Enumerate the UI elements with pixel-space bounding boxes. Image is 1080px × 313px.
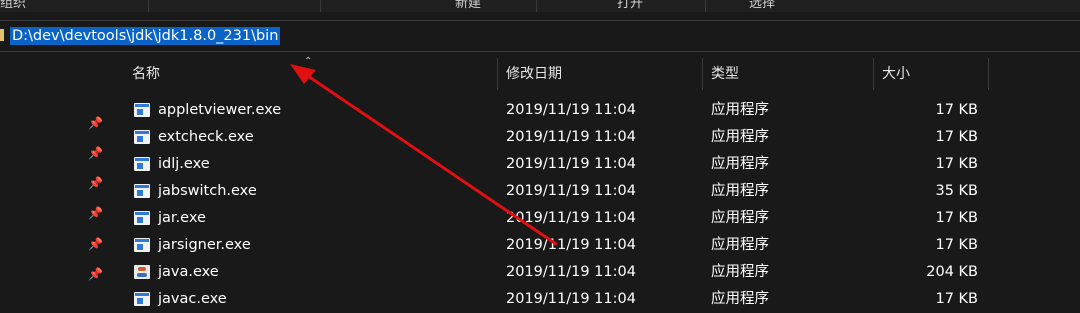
column-divider[interactable] — [497, 58, 498, 90]
sort-ascending-icon: ⌃ — [304, 56, 313, 67]
file-type: 应用程序 — [711, 156, 769, 172]
exe-icon — [134, 103, 150, 117]
exe-icon — [134, 130, 150, 144]
exe-icon — [134, 157, 150, 171]
pin-icon[interactable]: 📌 — [88, 267, 103, 281]
file-list: 名称 ⌃ 修改日期 类型 大小 appletviewer.exe 2019/11… — [108, 56, 1080, 307]
ribbon-divider — [705, 0, 706, 12]
file-size: 17 KB — [935, 156, 978, 172]
navigation-pane: 📌 📌 📌 📌 📌 📌 — [0, 56, 108, 304]
pin-icon[interactable]: 📌 — [88, 176, 103, 190]
file-row[interactable]: jarsigner.exe 2019/11/19 11:04 应用程序 17 K… — [108, 232, 1080, 259]
file-date: 2019/11/19 11:04 — [506, 102, 636, 118]
file-row[interactable]: idlj.exe 2019/11/19 11:04 应用程序 17 KB — [108, 151, 1080, 178]
file-name: javac.exe — [158, 291, 227, 307]
folder-icon — [0, 29, 4, 41]
file-name: jabswitch.exe — [158, 183, 257, 199]
ribbon: 组织 组织 新建 打开 选择 — [0, 0, 1080, 12]
file-type: 应用程序 — [711, 264, 769, 280]
pin-icon[interactable]: 📌 — [88, 116, 103, 130]
file-size: 17 KB — [935, 291, 978, 307]
file-type: 应用程序 — [711, 102, 769, 118]
column-divider[interactable] — [702, 58, 703, 90]
file-size: 17 KB — [935, 129, 978, 145]
pin-icon[interactable]: 📌 — [88, 146, 103, 160]
column-header-date[interactable]: 修改日期 — [506, 56, 562, 92]
file-row[interactable]: jabswitch.exe 2019/11/19 11:04 应用程序 35 K… — [108, 178, 1080, 205]
address-input[interactable]: D:\dev\devtools\jdk\jdk1.8.0_231\bin — [10, 27, 281, 45]
ribbon-group-select[interactable]: 选择 — [749, 0, 775, 11]
column-header-row: 名称 ⌃ 修改日期 类型 大小 — [108, 56, 1080, 92]
column-header-name[interactable]: 名称 — [132, 56, 160, 92]
exe-icon — [134, 211, 150, 225]
column-header-size[interactable]: 大小 — [882, 56, 910, 92]
file-row[interactable]: javac.exe 2019/11/19 11:04 应用程序 17 KB — [108, 286, 1080, 313]
file-row[interactable]: jar.exe 2019/11/19 11:04 应用程序 17 KB — [108, 205, 1080, 232]
ribbon-group-open[interactable]: 打开 — [617, 0, 643, 11]
file-type: 应用程序 — [711, 129, 769, 145]
ribbon-divider — [320, 0, 321, 12]
file-type: 应用程序 — [711, 183, 769, 199]
file-name: idlj.exe — [158, 156, 210, 172]
file-name: java.exe — [158, 264, 219, 280]
file-date: 2019/11/19 11:04 — [506, 264, 636, 280]
column-divider[interactable] — [988, 58, 989, 90]
exe-icon — [134, 238, 150, 252]
file-size: 35 KB — [935, 183, 978, 199]
ribbon-group-organize[interactable]: 组织 — [0, 0, 26, 11]
file-size: 17 KB — [935, 237, 978, 253]
exe-icon — [134, 184, 150, 198]
file-name: jarsigner.exe — [158, 237, 251, 253]
file-date: 2019/11/19 11:04 — [506, 291, 636, 307]
ribbon-group-new[interactable]: 新建 — [455, 0, 481, 11]
file-date: 2019/11/19 11:04 — [506, 237, 636, 253]
file-size: 17 KB — [935, 210, 978, 226]
file-size: 204 KB — [926, 264, 978, 280]
address-bar[interactable]: D:\dev\devtools\jdk\jdk1.8.0_231\bin — [0, 20, 1080, 52]
ribbon-divider — [148, 0, 149, 12]
file-type: 应用程序 — [711, 291, 769, 307]
file-type: 应用程序 — [711, 210, 769, 226]
ribbon-divider — [536, 0, 537, 12]
file-date: 2019/11/19 11:04 — [506, 183, 636, 199]
file-type: 应用程序 — [711, 237, 769, 253]
file-date: 2019/11/19 11:04 — [506, 129, 636, 145]
pin-icon[interactable]: 📌 — [88, 237, 103, 251]
file-date: 2019/11/19 11:04 — [506, 210, 636, 226]
column-header-type[interactable]: 类型 — [711, 56, 739, 92]
file-name: jar.exe — [158, 210, 206, 226]
file-size: 17 KB — [935, 102, 978, 118]
pin-icon[interactable]: 📌 — [88, 206, 103, 220]
file-name: extcheck.exe — [158, 129, 254, 145]
file-row[interactable]: appletviewer.exe 2019/11/19 11:04 应用程序 1… — [108, 97, 1080, 124]
file-row[interactable]: java.exe 2019/11/19 11:04 应用程序 204 KB — [108, 259, 1080, 286]
file-name: appletviewer.exe — [158, 102, 282, 118]
file-row[interactable]: extcheck.exe 2019/11/19 11:04 应用程序 17 KB — [108, 124, 1080, 151]
java-icon — [134, 265, 150, 279]
column-divider[interactable] — [873, 58, 874, 90]
file-date: 2019/11/19 11:04 — [506, 156, 636, 172]
